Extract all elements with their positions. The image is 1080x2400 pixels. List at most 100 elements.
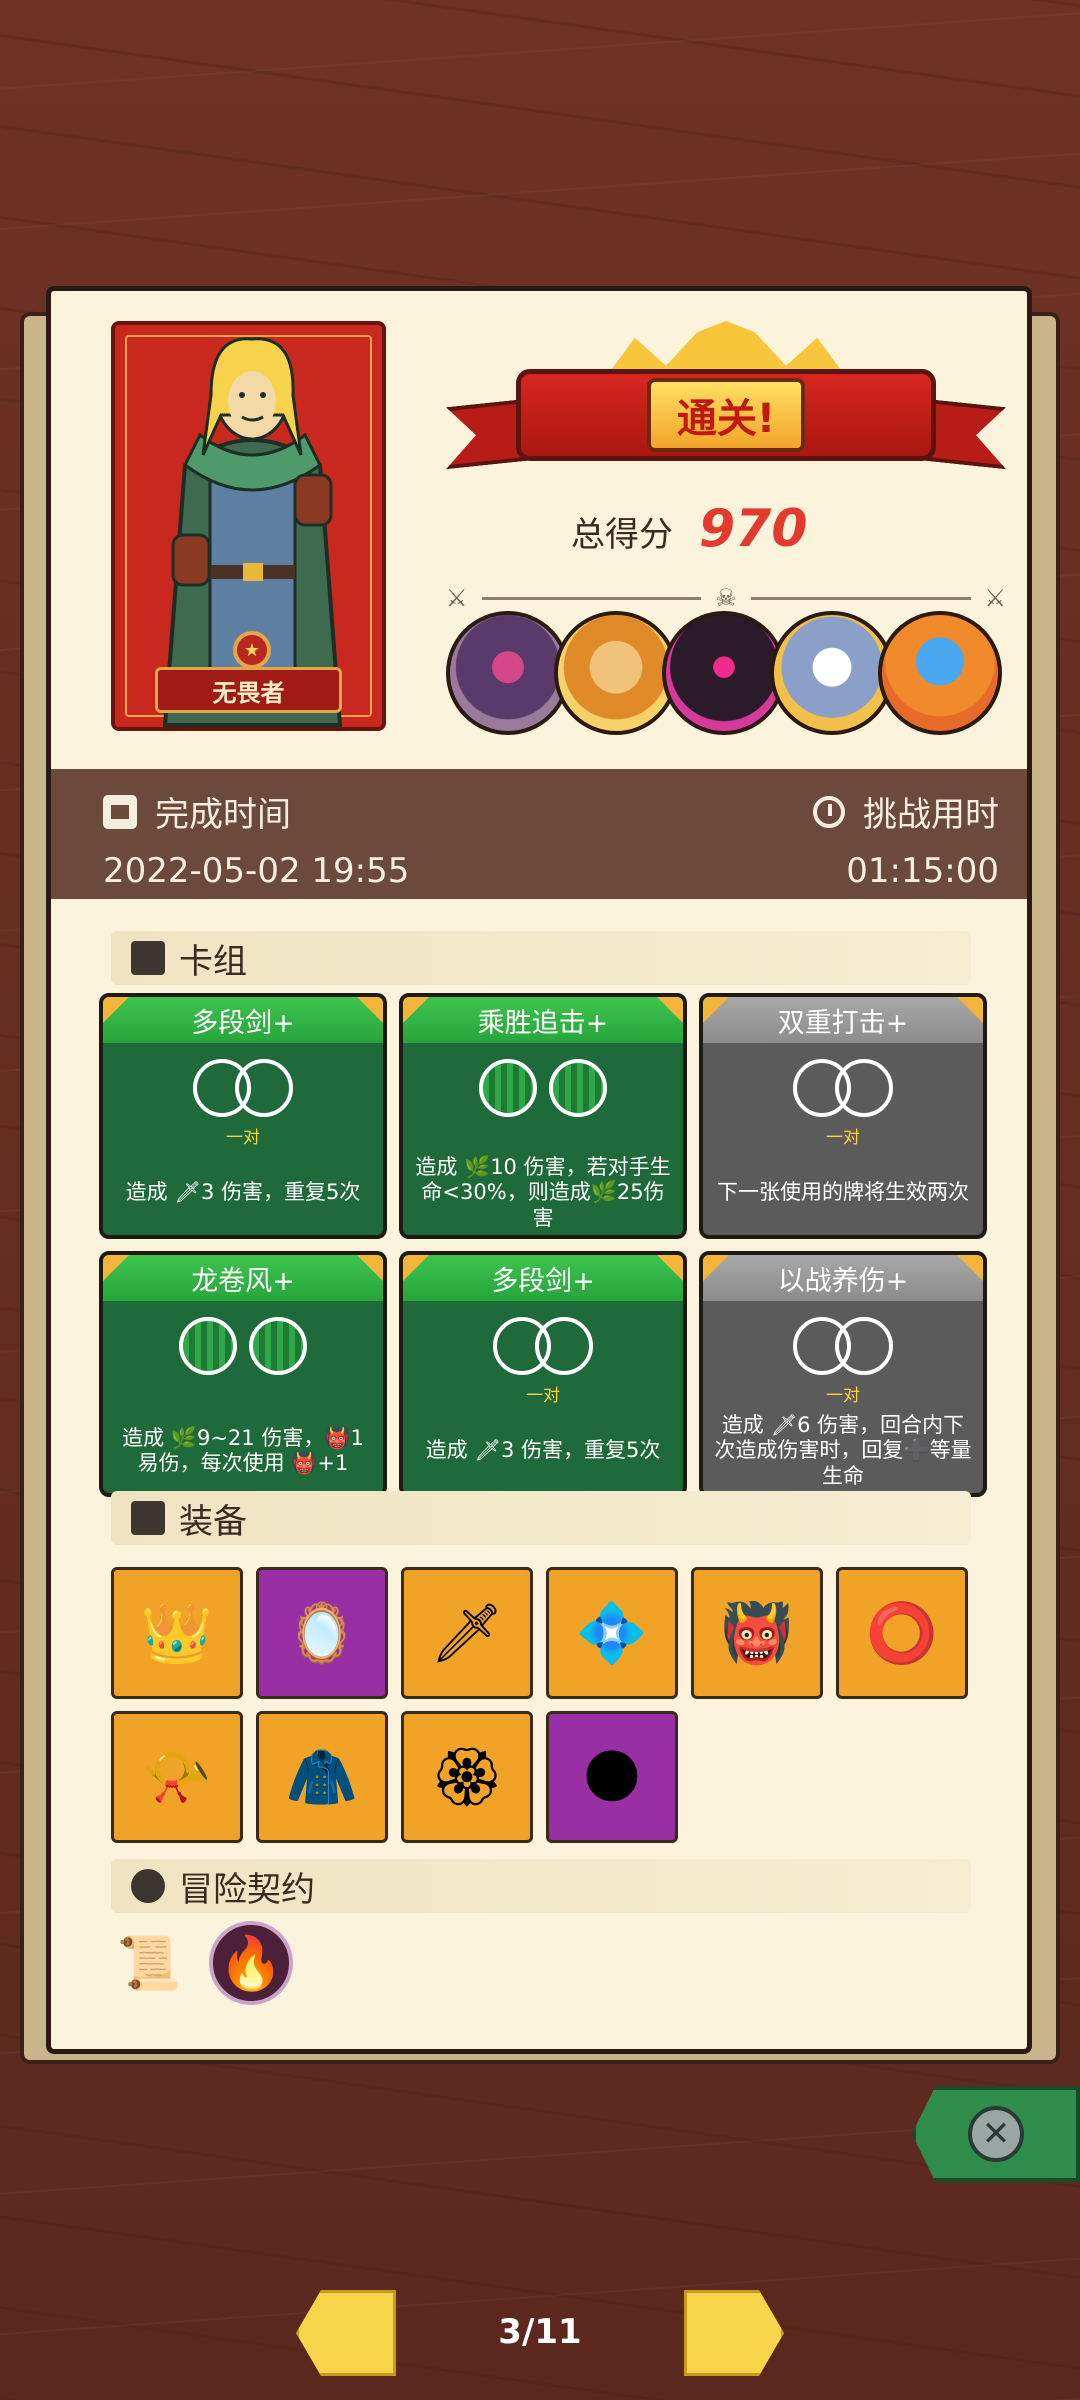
- energy-orb-icon: [549, 1059, 607, 1117]
- boss-divider: ⚔ ☠ ⚔: [446, 583, 1006, 613]
- card-energy-orbs: [403, 1317, 683, 1381]
- boss-portrait-dark-knight: [662, 611, 786, 735]
- equipment-title: 装备: [179, 1501, 247, 1542]
- duration-label: 挑战用时: [813, 787, 999, 836]
- energy-orb-icon: [249, 1317, 307, 1375]
- card-description: 造成 🌿9~21 伤害，👹1 易伤，每次使用 👹+1: [122, 1425, 364, 1475]
- equipment-slot[interactable]: 🧥: [256, 1711, 388, 1843]
- deck-card[interactable]: 龙卷风+ 造成 🌿9~21 伤害，👹1 易伤，每次使用 👹+1: [99, 1251, 387, 1497]
- deck-card[interactable]: 以战养伤+ 一对 造成 🗡6 伤害，回合内下次造成伤害时，回复➕等量生命: [699, 1251, 987, 1497]
- equipment-slot[interactable]: 🌑: [546, 1711, 678, 1843]
- equipment-slot[interactable]: 📯: [111, 1711, 243, 1843]
- deck-card[interactable]: 多段剑+ 一对 造成 🗡3 伤害，重复5次: [399, 1251, 687, 1497]
- completion-time-value: 2022-05-02 19:55: [103, 851, 410, 891]
- score-row: 总得分 970: [571, 499, 808, 559]
- cards-icon: [131, 941, 165, 975]
- card-energy-orbs: [103, 1059, 383, 1123]
- equipment-section-header: 装备: [111, 1491, 971, 1545]
- bracelet-icon: ⭕: [865, 1598, 939, 1667]
- card-description: 下一张使用的牌将生效两次: [717, 1180, 969, 1205]
- blue-gem-shield-icon: 💠: [575, 1598, 649, 1667]
- close-button[interactable]: ✕: [912, 2086, 1080, 2182]
- card-energy-orbs: [103, 1317, 383, 1381]
- crossed-swords-icon: ⚔: [984, 584, 1007, 612]
- crossed-swords-icon: ⚔: [446, 584, 468, 612]
- card-name: 多段剑+: [403, 1255, 683, 1301]
- defeated-bosses: [446, 611, 1006, 741]
- deck-card[interactable]: 多段剑+ 一对 造成 🗡3 伤害，重复5次: [99, 993, 387, 1239]
- card-energy-orbs: [703, 1317, 983, 1381]
- boss-portrait-lion-king: [554, 611, 678, 735]
- calendar-icon: [103, 794, 137, 829]
- energy-orb-icon: [479, 1059, 537, 1117]
- stopwatch-icon: [813, 795, 845, 828]
- prev-page-button[interactable]: [296, 2290, 396, 2376]
- card-pair-label: 一对: [526, 1386, 560, 1406]
- card-energy-orbs: [403, 1059, 683, 1123]
- equipment-slot[interactable]: 👹: [691, 1567, 823, 1699]
- energy-orb-icon: [235, 1059, 293, 1117]
- equipment-slot[interactable]: 🪞: [256, 1567, 388, 1699]
- skull-icon: ☠: [715, 584, 737, 612]
- mirror-icon: 🪞: [285, 1598, 359, 1667]
- deck-cards: 多段剑+ 一对 造成 🗡3 伤害，重复5次 乘胜追击+ 造成 🌿10 伤害，若对…: [99, 993, 989, 1497]
- card-pair-label: 一对: [826, 1386, 860, 1406]
- card-description: 造成 🗡3 伤害，重复5次: [425, 1438, 661, 1463]
- card-description: 造成 🗡3 伤害，重复5次: [125, 1180, 361, 1205]
- contract-items: 📜 🔥: [107, 1921, 293, 2005]
- card-description: 造成 🌿10 伤害，若对手生命<30%，则造成🌿25伤害: [415, 1155, 671, 1230]
- boss-portrait-bone-king: [770, 611, 894, 735]
- completion-time-label: 完成时间: [103, 787, 291, 836]
- ribbon: 通关!: [516, 369, 936, 461]
- equipment-slot[interactable]: 💠: [546, 1567, 678, 1699]
- fire-book-icon[interactable]: 🔥: [209, 1921, 293, 2005]
- deck-card[interactable]: 双重打击+ 一对 下一张使用的牌将生效两次: [699, 993, 987, 1239]
- broken-blade-icon: 🗡: [430, 1598, 504, 1667]
- equipment-grid: 👑 🪞 🗡 💠 👹 ⭕ 📯 🧥 🏵 🌑: [111, 1567, 991, 1843]
- equipment-slot[interactable]: 🏵: [401, 1711, 533, 1843]
- deck-section-header: 卡组: [111, 931, 971, 985]
- next-page-button[interactable]: [684, 2290, 784, 2376]
- result-panel: ★ 无畏者 通关! 总得分 970 ⚔ ☠ ⚔ 完成时间 2022-05-02 …: [46, 286, 1032, 2054]
- hero-medal-icon: ★: [233, 631, 271, 669]
- scroll-icon[interactable]: 📜: [107, 1921, 191, 2005]
- hero-portrait: ★ 无畏者: [111, 321, 386, 731]
- victory-title: 通关!: [646, 378, 806, 452]
- run-info-band: 完成时间 2022-05-02 19:55 挑战用时 01:15:00: [51, 769, 1027, 899]
- score-label: 总得分: [571, 515, 673, 555]
- divider-line: [481, 596, 702, 600]
- demon-skull-icon: 👹: [720, 1598, 794, 1667]
- card-pair-label: 一对: [826, 1128, 860, 1148]
- card-name: 乘胜追击+: [403, 997, 683, 1043]
- victory-banner: 通关!: [446, 321, 1006, 521]
- equipment-slot[interactable]: ⭕: [836, 1567, 968, 1699]
- equipment-slot[interactable]: 🗡: [401, 1567, 533, 1699]
- pager: 3/11: [0, 2290, 1080, 2380]
- card-name: 双重打击+: [703, 997, 983, 1043]
- cube-icon: [131, 1501, 165, 1535]
- tiara-icon: 🏵: [430, 1742, 504, 1811]
- deck-card[interactable]: 乘胜追击+ 造成 🌿10 伤害，若对手生命<30%，则造成🌿25伤害: [399, 993, 687, 1239]
- card-name: 龙卷风+: [103, 1255, 383, 1301]
- horn-icon: 📯: [140, 1742, 214, 1811]
- boss-portrait-crystal-demon: [878, 611, 1002, 735]
- completion-label-text: 完成时间: [155, 795, 291, 835]
- sweater-icon: 🧥: [285, 1742, 359, 1811]
- card-name: 多段剑+: [103, 997, 383, 1043]
- hero-name: 无畏者: [155, 667, 342, 713]
- equipment-slot[interactable]: 👑: [111, 1567, 243, 1699]
- person-icon: [131, 1869, 165, 1903]
- card-energy-orbs: [703, 1059, 983, 1123]
- energy-orb-icon: [535, 1317, 593, 1375]
- duration-label-text: 挑战用时: [863, 795, 999, 835]
- score-value: 970: [699, 499, 808, 559]
- close-icon: ✕: [968, 2106, 1024, 2162]
- duration-value: 01:15:00: [846, 851, 999, 891]
- energy-orb-icon: [835, 1317, 893, 1375]
- shadow-claw-icon: 🌑: [581, 1743, 643, 1811]
- contract-section-header: 冒险契约: [111, 1859, 971, 1913]
- card-name: 以战养伤+: [703, 1255, 983, 1301]
- boss-portrait-stone-golem: [446, 611, 570, 735]
- card-description: 造成 🗡6 伤害，回合内下次造成伤害时，回复➕等量生命: [714, 1413, 972, 1488]
- card-pair-label: 一对: [226, 1128, 260, 1148]
